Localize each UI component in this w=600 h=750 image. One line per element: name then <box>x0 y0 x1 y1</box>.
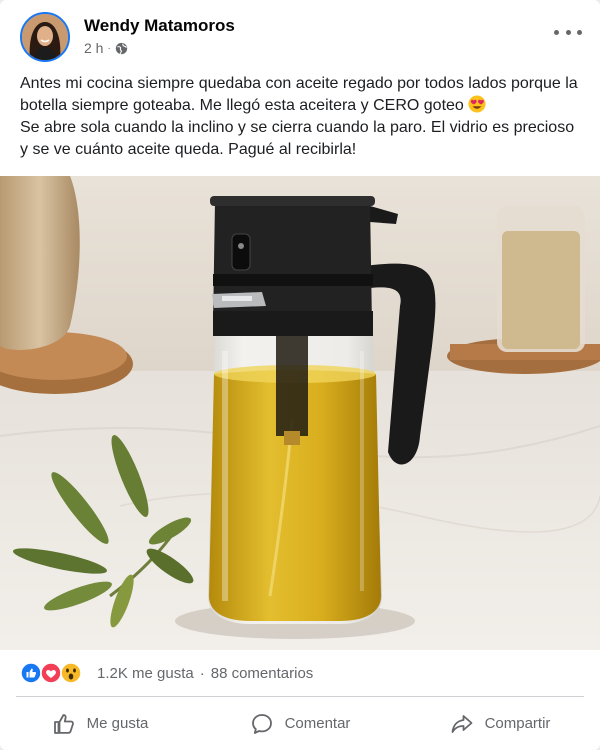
like-reaction-icon <box>20 662 42 684</box>
comment-button[interactable]: Comentar <box>200 697 400 750</box>
more-options-button[interactable] <box>554 22 582 42</box>
comment-label: Comentar <box>284 715 351 732</box>
post-header: Wendy Matamoros 2 h · <box>0 0 600 68</box>
like-button[interactable]: Me gusta <box>0 697 200 750</box>
share-label: Compartir <box>484 715 551 732</box>
wow-reaction-icon <box>60 662 82 684</box>
stats-separator: · <box>199 665 205 682</box>
post-card: Wendy Matamoros 2 h · Antes mi cocina si… <box>0 0 600 750</box>
post-photo[interactable] <box>0 176 600 650</box>
post-text: Antes mi cocina siempre quedaba con acei… <box>20 73 582 161</box>
post-time[interactable]: 2 h <box>84 40 103 56</box>
likes-count[interactable]: 1.2K me gusta <box>97 665 194 682</box>
share-button[interactable]: Compartir <box>400 697 600 750</box>
comment-icon <box>251 713 272 734</box>
stats-text: 1.2K me gusta · 88 comentarios <box>97 665 313 682</box>
more-dot-icon <box>577 29 582 35</box>
post-actions: Me gusta Comentar Compartir <box>0 697 600 750</box>
oil-dispenser-photo <box>0 176 600 650</box>
reaction-icons[interactable] <box>20 662 84 684</box>
more-dot-icon <box>565 29 571 35</box>
like-label: Me gusta <box>86 715 149 732</box>
post-text-main: Antes mi cocina siempre quedaba con acei… <box>20 75 578 114</box>
more-dot-icon <box>554 29 559 35</box>
post-text-continued: Se abre sola cuando la inclino y se cier… <box>20 119 575 158</box>
thumbs-up-icon <box>53 713 74 734</box>
author-name[interactable]: Wendy Matamoros <box>84 16 235 36</box>
avatar-image <box>22 14 68 60</box>
share-icon <box>451 714 472 733</box>
avatar[interactable] <box>20 12 70 62</box>
globe-icon <box>115 42 127 54</box>
heart-eyes-emoji-icon <box>468 95 486 113</box>
meta-separator: · <box>107 42 111 54</box>
comments-count[interactable]: 88 comentarios <box>211 665 314 682</box>
post-meta: 2 h · <box>84 40 128 56</box>
love-reaction-icon <box>40 662 62 684</box>
post-stats: 1.2K me gusta · 88 comentarios <box>0 650 600 696</box>
